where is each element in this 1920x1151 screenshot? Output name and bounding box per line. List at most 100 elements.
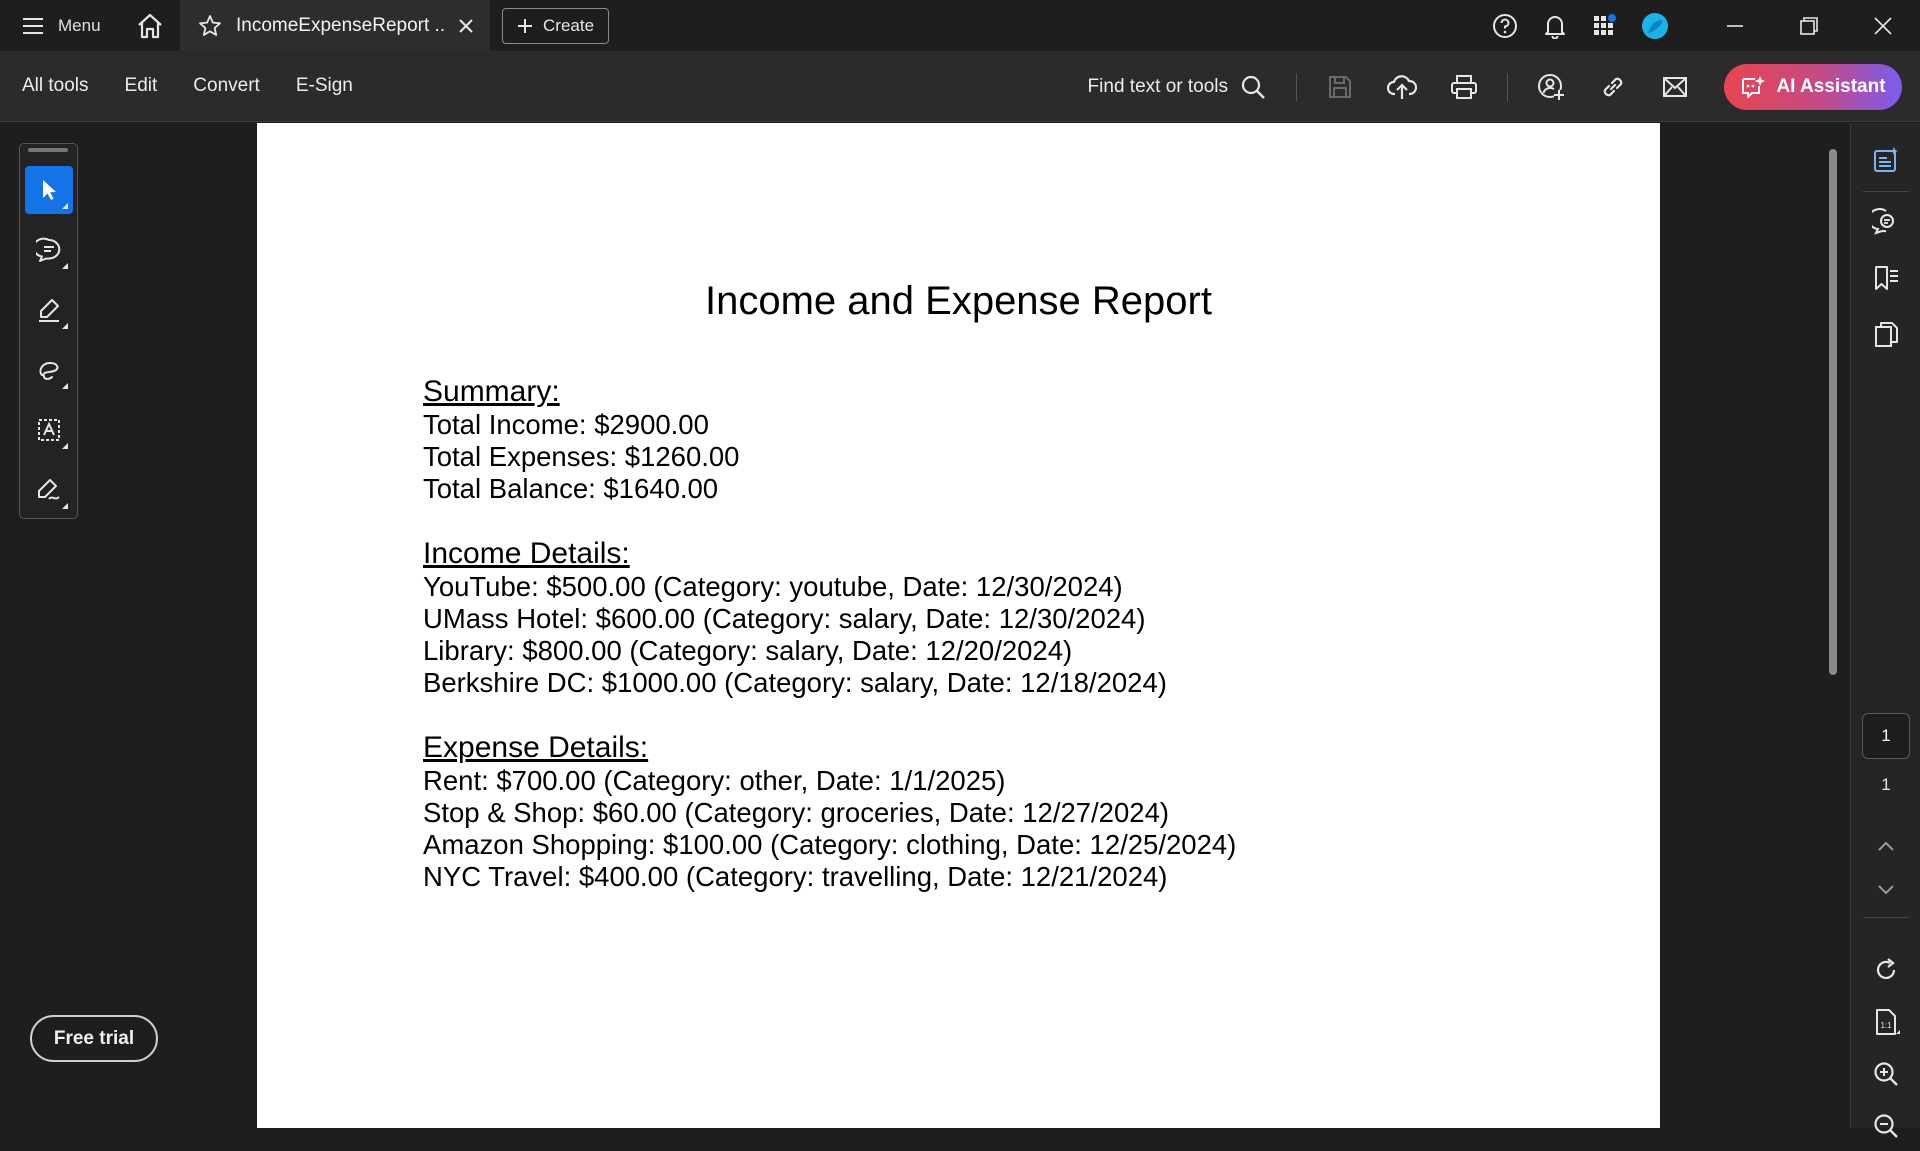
rail-divider (1863, 917, 1909, 918)
document-body: Summary: Total Income: $2900.00 Total Ex… (423, 375, 1236, 925)
share-user-icon[interactable] (1526, 62, 1576, 112)
document-page: Income and Expense Report Summary: Total… (257, 123, 1660, 1128)
search-icon (1240, 74, 1266, 100)
svg-text:1:1: 1:1 (1880, 1021, 1892, 1030)
help-icon[interactable] (1480, 0, 1530, 51)
home-button[interactable] (120, 0, 180, 51)
star-icon[interactable] (198, 14, 222, 38)
scrollbar-thumb[interactable] (1829, 149, 1837, 675)
submenu-indicator (62, 383, 68, 389)
highlighter-icon (36, 297, 62, 323)
rotate-icon[interactable] (1851, 945, 1920, 995)
create-button[interactable]: Create (502, 7, 610, 44)
text-box-tool[interactable] (25, 406, 73, 454)
create-label: Create (543, 15, 595, 35)
submenu-indicator (62, 443, 68, 449)
document-tab[interactable]: IncomeExpenseReport ... (180, 0, 490, 51)
ai-summary-panel-icon[interactable] (1851, 135, 1920, 185)
ai-assistant-icon (1740, 74, 1766, 100)
close-tab-icon[interactable] (458, 18, 474, 34)
cursor-arrow-icon (38, 177, 60, 203)
draw-tool[interactable] (25, 346, 73, 394)
comment-tool[interactable] (25, 226, 73, 274)
restore-icon[interactable] (1772, 0, 1846, 51)
income-section: Income Details: YouTube: $500.00 (Catego… (423, 537, 1236, 699)
expense-section: Expense Details: Rent: $700.00 (Category… (423, 731, 1236, 893)
menu-label: Menu (58, 15, 101, 35)
previous-page-icon[interactable] (1851, 821, 1920, 871)
title-right-controls (1480, 0, 1920, 51)
select-tool[interactable] (25, 166, 73, 214)
toolbar-divider (1296, 72, 1297, 101)
ai-assistant-button[interactable]: AI Assistant (1724, 63, 1902, 110)
menu-edit[interactable]: Edit (125, 75, 158, 97)
rail-divider (1863, 191, 1909, 192)
home-icon (136, 13, 164, 39)
close-window-icon[interactable] (1846, 0, 1920, 51)
menu-button[interactable]: Menu (0, 0, 120, 51)
menu-convert[interactable]: Convert (193, 75, 260, 97)
vertical-scrollbar[interactable] (1826, 123, 1840, 1128)
income-line: UMass Hotel: $600.00 (Category: salary, … (423, 603, 1146, 634)
profile-avatar[interactable] (1630, 0, 1680, 51)
toolbar-menu: All tools Edit Convert E-Sign (0, 75, 389, 97)
tab-label: IncomeExpenseReport ... (236, 14, 444, 36)
menu-esign[interactable]: E-Sign (296, 75, 353, 97)
summary-line: Total Expenses: $1260.00 (423, 441, 740, 472)
expense-line: Amazon Shopping: $100.00 (Category: clot… (423, 829, 1237, 860)
main-toolbar: All tools Edit Convert E-Sign Find text … (0, 51, 1920, 122)
find-button[interactable]: Find text or tools (1088, 74, 1266, 100)
summary-heading: Summary: (423, 375, 560, 408)
submenu-indicator (62, 203, 68, 209)
pen-sign-icon (35, 477, 63, 503)
plus-icon (517, 18, 533, 34)
link-icon[interactable] (1588, 62, 1638, 112)
email-icon[interactable] (1650, 62, 1700, 112)
current-page-input[interactable]: 1 (1862, 713, 1910, 759)
zoom-out-icon[interactable] (1851, 1101, 1920, 1151)
apps-grid-icon[interactable] (1580, 0, 1630, 51)
toolbar-actions: Find text or tools AI Assistant (1088, 51, 1902, 122)
free-trial-button[interactable]: Free trial (30, 1015, 158, 1062)
text-box-icon (36, 417, 62, 443)
pages-panel-icon[interactable] (1851, 309, 1920, 359)
minimize-icon[interactable] (1698, 0, 1772, 51)
bookmarks-panel-icon[interactable] (1851, 253, 1920, 303)
save-icon[interactable] (1315, 62, 1365, 112)
ai-assistant-label: AI Assistant (1776, 75, 1886, 97)
right-rail: 1 1 1:1 (1850, 123, 1920, 1138)
total-pages: 1 (1881, 775, 1891, 794)
comment-icon (36, 237, 62, 263)
title-bar: Menu IncomeExpenseReport ... Create (0, 0, 1920, 51)
menu-all-tools[interactable]: All tools (22, 75, 89, 97)
actual-size-icon[interactable]: 1:1 (1851, 997, 1920, 1047)
expense-line: NYC Travel: $400.00 (Category: travellin… (423, 861, 1168, 892)
submenu-indicator (62, 323, 68, 329)
sign-tool[interactable] (25, 466, 73, 514)
toolbar-divider (1507, 72, 1508, 101)
cloud-upload-icon[interactable] (1377, 62, 1427, 112)
submenu-indicator (62, 503, 68, 509)
hamburger-icon (22, 17, 44, 35)
zoom-in-icon[interactable] (1851, 1049, 1920, 1099)
expense-line: Stop & Shop: $60.00 (Category: groceries… (423, 797, 1170, 828)
expense-heading: Expense Details: (423, 731, 649, 764)
document-title: Income and Expense Report (705, 279, 1212, 323)
income-line: Library: $800.00 (Category: salary, Date… (423, 635, 1073, 666)
submenu-indicator (62, 263, 68, 269)
drag-handle[interactable] (28, 148, 68, 152)
income-line: YouTube: $500.00 (Category: youtube, Dat… (423, 571, 1123, 602)
comments-panel-icon[interactable] (1851, 197, 1920, 247)
summary-line: Total Income: $2900.00 (423, 409, 709, 440)
highlight-tool[interactable] (25, 286, 73, 334)
income-line: Berkshire DC: $1000.00 (Category: salary… (423, 667, 1167, 698)
bell-icon[interactable] (1530, 0, 1580, 51)
next-page-icon[interactable] (1851, 865, 1920, 915)
print-icon[interactable] (1439, 62, 1489, 112)
summary-line: Total Balance: $1640.00 (423, 473, 719, 504)
summary-section: Summary: Total Income: $2900.00 Total Ex… (423, 375, 1236, 505)
left-tool-rail (19, 143, 78, 519)
income-heading: Income Details: (423, 537, 630, 570)
find-label: Find text or tools (1087, 75, 1228, 97)
freehand-draw-icon (36, 357, 62, 383)
